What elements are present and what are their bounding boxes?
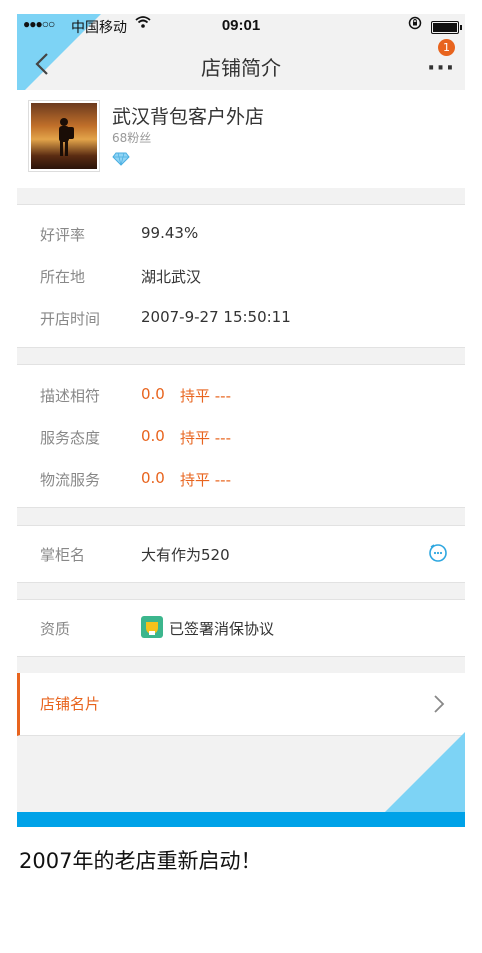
shop-avatar-image <box>31 103 97 169</box>
status-bar: ●●●○○ 中国移动 09:01 <box>17 14 465 38</box>
qualification-value: 已签署消保协议 <box>169 620 275 638</box>
rating-label: 物流服务 <box>40 471 101 489</box>
qualification-section: 资质 已签署消保协议 <box>17 599 465 657</box>
chevron-right-icon <box>432 693 446 715</box>
rating-trend: 持平 --- <box>180 429 232 447</box>
info-label: 所在地 <box>40 268 86 286</box>
rating-row-service: 服务态度 0.0 持平 --- <box>17 416 465 458</box>
info-value: 99.43% <box>141 224 199 242</box>
notification-badge: 1 <box>438 39 455 56</box>
rating-score: 0.0 <box>141 469 165 487</box>
owner-label: 掌柜名 <box>40 546 86 564</box>
owner-name: 大有作为520 <box>141 546 230 564</box>
rotation-lock-icon <box>408 16 422 33</box>
shop-info-section: 好评率 99.43% 所在地 湖北武汉 开店时间 2007-9-27 15:50… <box>17 204 465 348</box>
owner-row: 掌柜名 大有作为520 <box>17 533 465 575</box>
rating-row-description: 描述相符 0.0 持平 --- <box>17 374 465 416</box>
accent-bar <box>17 812 465 827</box>
rating-trend: 持平 --- <box>180 387 232 405</box>
rating-row-logistics: 物流服务 0.0 持平 --- <box>17 458 465 500</box>
diamond-icon <box>112 151 130 166</box>
rating-label: 描述相符 <box>40 387 101 405</box>
caption-text: 2007年的老店重新启动！ <box>19 849 262 873</box>
shop-card-row[interactable]: 店铺名片 <box>17 673 465 736</box>
shop-avatar[interactable] <box>28 100 100 172</box>
navigation-bar: 店铺简介 ··· 1 <box>17 38 465 90</box>
owner-section: 掌柜名 大有作为520 <box>17 525 465 583</box>
fans-count: 68粉丝 <box>112 131 152 145</box>
info-value: 2007-9-27 15:50:11 <box>141 308 291 326</box>
info-value: 湖北武汉 <box>141 268 202 286</box>
info-row-rating: 好评率 99.43% <box>17 213 465 255</box>
more-menu-button[interactable]: ··· <box>427 56 455 81</box>
consumer-protection-icon <box>141 616 163 638</box>
rating-score: 0.0 <box>141 385 165 403</box>
status-time: 09:01 <box>221 17 261 34</box>
qualification-label: 资质 <box>40 620 71 638</box>
shop-name: 武汉背包客户外店 <box>112 106 265 128</box>
info-row-location: 所在地 湖北武汉 <box>17 255 465 297</box>
rating-label: 服务态度 <box>40 429 101 447</box>
page-title: 店铺简介 <box>201 56 281 80</box>
info-label: 开店时间 <box>40 310 101 328</box>
rating-trend: 持平 --- <box>180 471 232 489</box>
phone-screen: ●●●○○ 中国移动 09:01 店铺简介 ··· 1 武汉背包客户外店 68粉… <box>17 14 465 827</box>
chat-icon[interactable] <box>428 543 448 563</box>
corner-decoration-bottom <box>383 730 465 814</box>
info-row-open-time: 开店时间 2007-9-27 15:50:11 <box>17 297 465 339</box>
info-label: 好评率 <box>40 226 86 244</box>
shop-header: 武汉背包客户外店 68粉丝 <box>17 90 465 188</box>
battery-icon <box>431 21 462 34</box>
shop-ratings-section: 描述相符 0.0 持平 --- 服务态度 0.0 持平 --- 物流服务 0.0… <box>17 364 465 508</box>
shop-card-label: 店铺名片 <box>40 695 101 713</box>
rating-score: 0.0 <box>141 427 165 445</box>
